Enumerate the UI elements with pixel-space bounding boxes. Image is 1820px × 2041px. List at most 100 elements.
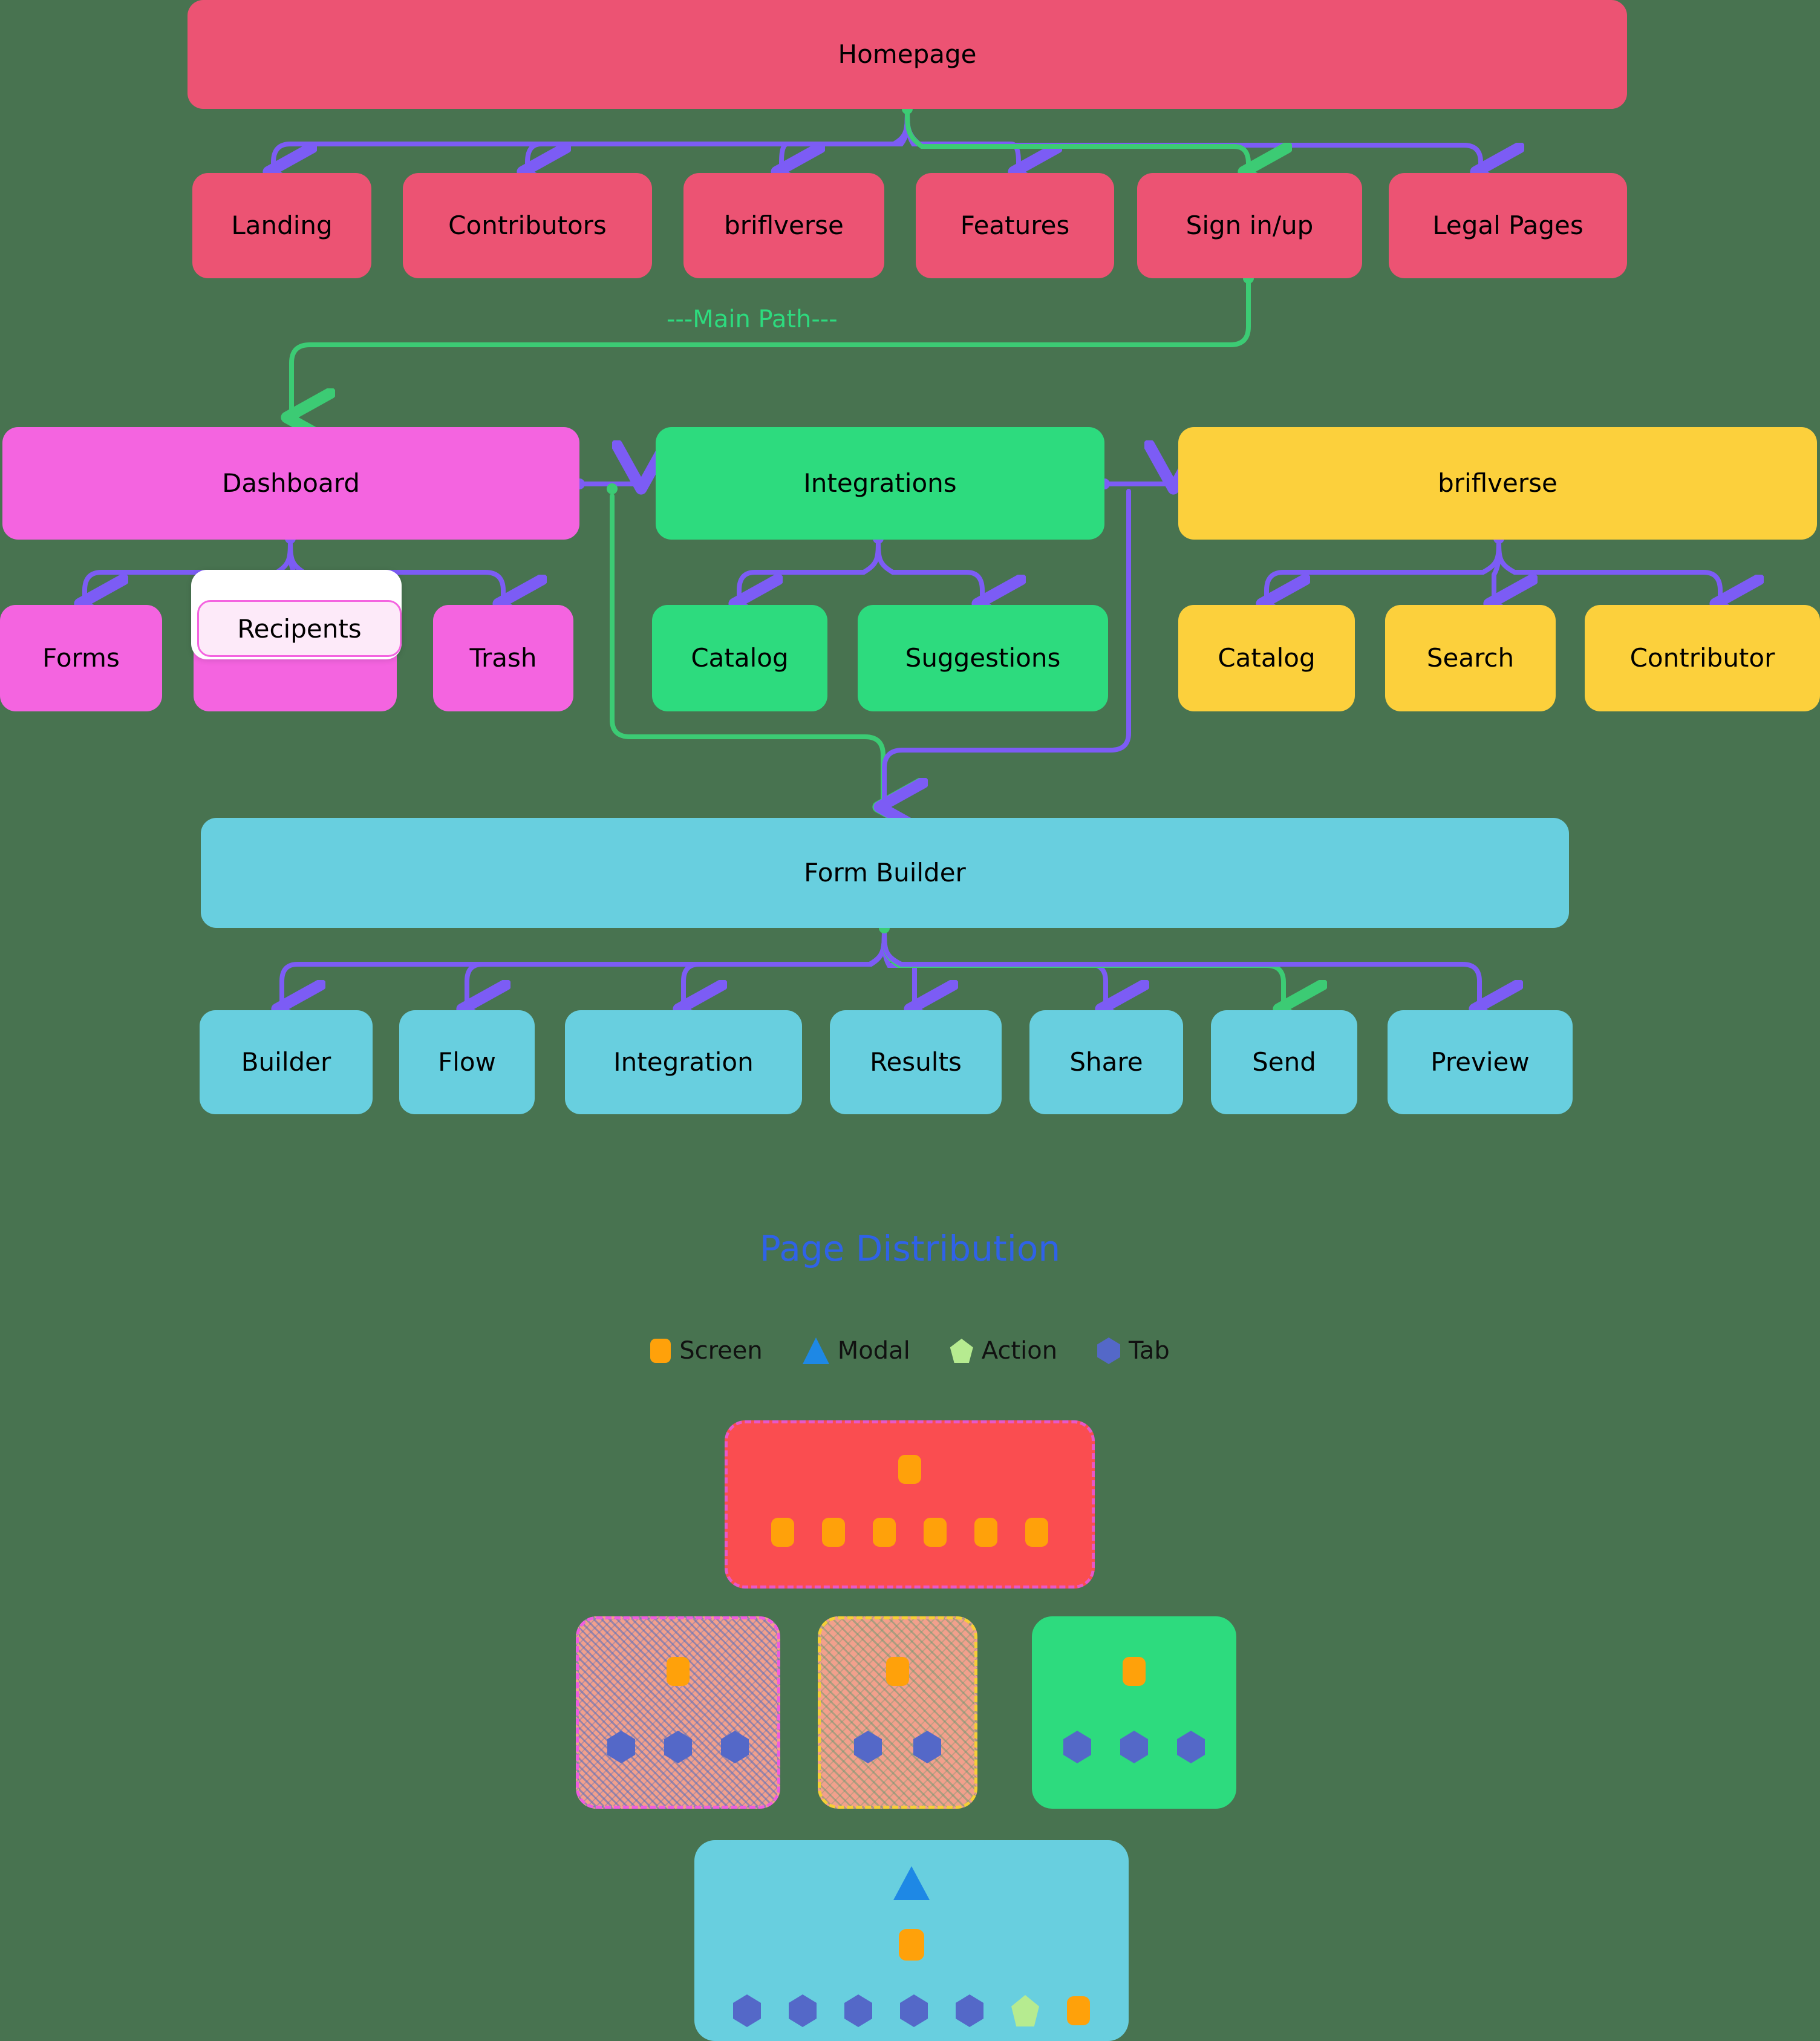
screen-square-icon — [974, 1518, 997, 1547]
distribution-card-briflverse[interactable] — [818, 1616, 977, 1809]
node-fb-send[interactable]: Send — [1211, 1010, 1357, 1114]
node-fb-integration[interactable]: Integration — [565, 1010, 802, 1114]
main-path-label: ---Main Path--- — [667, 305, 838, 333]
screen-square-icon — [667, 1657, 690, 1686]
node-label: Preview — [1430, 1047, 1530, 1077]
node-briflverse-contributor[interactable]: Contributor — [1585, 605, 1820, 711]
node-label: Forms — [42, 642, 120, 673]
modal-triangle-icon — [893, 1866, 930, 1900]
node-label: Integrations — [803, 468, 957, 498]
recipents-hover-inner[interactable]: Recipents — [197, 600, 402, 657]
glyph-row — [728, 1518, 1092, 1547]
distribution-legend: Screen Modal Action Tab — [0, 1337, 1820, 1365]
tab-hexagon-icon — [733, 1994, 761, 2027]
tab-hexagon-icon — [1177, 1731, 1205, 1763]
tab-hexagon-icon — [607, 1731, 635, 1763]
tab-hexagon-icon — [854, 1731, 882, 1763]
glyph-row — [697, 1866, 1126, 1900]
node-integrations-catalog[interactable]: Catalog — [652, 605, 827, 711]
screen-square-icon — [899, 1929, 924, 1961]
legend-label: Modal — [837, 1337, 910, 1365]
node-homepage[interactable]: Homepage — [188, 0, 1627, 109]
node-form-builder[interactable]: Form Builder — [201, 818, 1569, 928]
node-fb-results[interactable]: Results — [830, 1010, 1002, 1114]
action-pentagon-icon — [950, 1339, 973, 1363]
node-fb-share[interactable]: Share — [1029, 1010, 1183, 1114]
node-label: Integration — [613, 1047, 754, 1077]
glyph-row — [1035, 1731, 1233, 1763]
legend-item-tab: Tab — [1097, 1337, 1170, 1365]
tab-hexagon-icon — [664, 1731, 692, 1763]
tab-hexagon-icon — [900, 1994, 928, 2027]
node-label: Results — [870, 1047, 962, 1077]
node-briflverse-top[interactable]: briflverse — [683, 173, 884, 278]
node-label: Builder — [241, 1047, 331, 1077]
screen-square-icon — [1123, 1657, 1146, 1686]
screen-square-icon — [886, 1657, 909, 1686]
node-label: Send — [1252, 1047, 1316, 1077]
screen-square-icon — [771, 1518, 794, 1547]
glyph-row — [579, 1731, 777, 1763]
node-legal-pages[interactable]: Legal Pages — [1389, 173, 1627, 278]
node-label: briflverse — [1438, 468, 1557, 498]
node-label: briflverse — [724, 210, 844, 240]
node-features[interactable]: Features — [916, 173, 1114, 278]
node-label: Trash — [469, 642, 537, 673]
action-pentagon-icon — [1011, 1995, 1039, 2026]
glyph-row — [821, 1731, 974, 1763]
legend-item-screen: Screen — [650, 1337, 763, 1365]
node-label: Landing — [231, 210, 333, 240]
glyph-row — [697, 1994, 1126, 2027]
tab-hexagon-icon — [956, 1994, 983, 2027]
tab-hexagon-icon — [721, 1731, 749, 1763]
screen-square-icon — [1025, 1518, 1048, 1547]
node-label: Search — [1426, 642, 1515, 673]
node-label: Flow — [438, 1047, 496, 1077]
node-briflverse[interactable]: briflverse — [1178, 427, 1817, 540]
distribution-card-dashboard[interactable] — [576, 1616, 780, 1809]
screen-square-icon — [822, 1518, 845, 1547]
node-integrations[interactable]: Integrations — [656, 427, 1104, 540]
legend-label: Action — [981, 1337, 1058, 1365]
distribution-card-homepage[interactable] — [725, 1420, 1095, 1589]
node-forms[interactable]: Forms — [0, 605, 162, 711]
tab-hexagon-icon — [789, 1994, 817, 2027]
sitemap-canvas: Homepage Landing Contributors briflverse… — [0, 0, 1820, 2041]
node-label: Features — [960, 210, 1070, 240]
glyph-row — [728, 1455, 1092, 1484]
distribution-card-integrations[interactable] — [1032, 1616, 1236, 1809]
node-label: Legal Pages — [1432, 210, 1584, 240]
tab-hexagon-icon — [844, 1994, 872, 2027]
node-briflverse-catalog[interactable]: Catalog — [1178, 605, 1355, 711]
glyph-row — [1035, 1657, 1233, 1686]
tab-hexagon-icon — [1063, 1731, 1091, 1763]
modal-triangle-icon — [802, 1337, 829, 1364]
node-fb-flow[interactable]: Flow — [399, 1010, 535, 1114]
page-distribution-title: Page Distribution — [759, 1228, 1061, 1269]
node-fb-preview[interactable]: Preview — [1388, 1010, 1573, 1114]
node-label: Contributors — [448, 210, 607, 240]
node-label: Sign in/up — [1186, 210, 1314, 240]
node-label: Share — [1069, 1047, 1143, 1077]
tab-hexagon-icon — [913, 1731, 941, 1763]
screen-square-icon — [924, 1518, 947, 1547]
node-label: Form Builder — [804, 857, 966, 887]
node-landing[interactable]: Landing — [192, 173, 371, 278]
screen-square-icon — [1067, 1996, 1090, 2025]
node-label: Suggestions — [905, 642, 1061, 673]
node-label: Catalog — [691, 642, 789, 673]
node-contributors[interactable]: Contributors — [403, 173, 652, 278]
node-briflverse-search[interactable]: Search — [1385, 605, 1556, 711]
node-integrations-suggestions[interactable]: Suggestions — [858, 605, 1108, 711]
node-trash[interactable]: Trash — [433, 605, 573, 711]
node-fb-builder[interactable]: Builder — [200, 1010, 373, 1114]
node-dashboard[interactable]: Dashboard — [2, 427, 579, 540]
node-label: Dashboard — [222, 468, 360, 498]
node-label: Recipents — [237, 613, 362, 644]
legend-item-action: Action — [950, 1337, 1057, 1365]
glyph-row — [821, 1657, 974, 1686]
screen-square-icon — [873, 1518, 896, 1547]
glyph-row — [579, 1657, 777, 1686]
node-sign-in-up[interactable]: Sign in/up — [1137, 173, 1362, 278]
distribution-card-form-builder[interactable] — [694, 1840, 1129, 2041]
